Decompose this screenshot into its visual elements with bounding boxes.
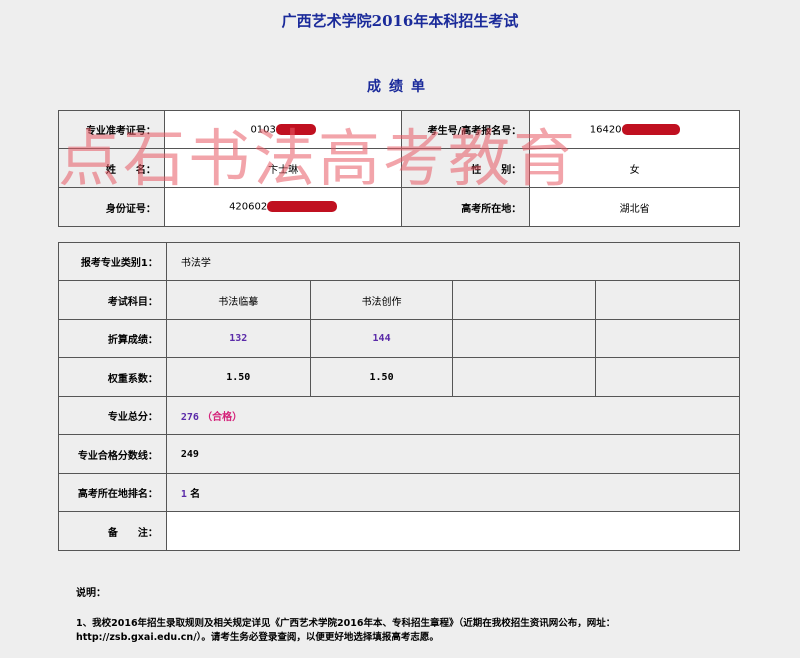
id-cell: 420602 bbox=[163, 187, 403, 227]
weight-value bbox=[595, 357, 740, 397]
gender-value: 女 bbox=[529, 148, 740, 188]
subjects-label: 考试科目： bbox=[58, 280, 167, 320]
total-status-badge: （合格） bbox=[202, 412, 243, 423]
weight-value bbox=[452, 357, 597, 397]
rank-value: 1 bbox=[180, 489, 187, 500]
subject-cell: 书法临摹 bbox=[165, 280, 311, 320]
weight-value: 1.50 bbox=[309, 357, 454, 397]
id-value: 420602 bbox=[229, 201, 268, 213]
subject-cell bbox=[452, 280, 597, 320]
rank-unit: 名 bbox=[190, 489, 201, 500]
total-value: 276 bbox=[180, 412, 199, 423]
gender-label: 性 别： bbox=[401, 148, 531, 188]
converted-label: 折算成绩： bbox=[58, 319, 167, 358]
weight-label: 权重系数： bbox=[58, 357, 167, 397]
notes-item: 1、我校2016年招生录取规则及相关规定详见《广西艺术学院2016年本、专科招生… bbox=[76, 618, 616, 643]
weight-value: 1.50 bbox=[165, 357, 311, 397]
page-title: 广西艺术学院2016年本科招生考试 bbox=[281, 12, 519, 30]
exam-id-cell: 0103 bbox=[163, 110, 403, 149]
score-table: 报考专业类别1： 书法学 考试科目： 书法临摹 书法创作 折算成绩： 132 1… bbox=[58, 242, 741, 551]
redaction-mark bbox=[275, 123, 316, 135]
reg-no-label: 考生号/高考报名号： bbox=[401, 110, 531, 149]
province-value: 湖北省 bbox=[529, 187, 740, 227]
exam-id-label: 专业准考证号： bbox=[58, 110, 165, 149]
info-table: 专业准考证号： 0103 考生号/高考报名号： 16420 姓 名： 卞士琳 性… bbox=[58, 110, 740, 227]
converted-score bbox=[452, 319, 597, 358]
converted-score bbox=[595, 319, 740, 358]
subject-cell: 书法创作 bbox=[309, 280, 454, 320]
name-label: 姓 名： bbox=[58, 148, 165, 188]
converted-score: 132 bbox=[165, 319, 311, 358]
converted-score: 144 bbox=[309, 319, 454, 358]
name-value: 卞士琳 bbox=[163, 148, 403, 188]
total-cell: 276 （合格） bbox=[165, 396, 741, 435]
subject-cell bbox=[595, 280, 740, 320]
category-value: 书法学 bbox=[165, 242, 741, 281]
province-label: 高考所在地： bbox=[401, 187, 531, 227]
total-label: 专业总分： bbox=[58, 396, 167, 435]
exam-id-value: 0103 bbox=[250, 124, 276, 136]
notes-title: 说明： bbox=[76, 588, 106, 599]
page-subtitle: 成绩单 bbox=[367, 79, 433, 95]
reg-no-value: 16420 bbox=[589, 124, 622, 136]
cutoff-label: 专业合格分数线： bbox=[58, 434, 167, 474]
redaction-mark bbox=[267, 201, 338, 213]
redaction-mark bbox=[621, 123, 680, 135]
category-label: 报考专业类别1： bbox=[58, 242, 167, 281]
rank-label: 高考所在地排名： bbox=[58, 473, 167, 512]
id-label: 身份证号： bbox=[58, 187, 165, 227]
rank-cell: 1 名 bbox=[165, 473, 741, 512]
remark-label: 备 注： bbox=[58, 511, 167, 551]
remark-value bbox=[165, 511, 741, 551]
cutoff-value: 249 bbox=[165, 434, 741, 474]
reg-no-cell: 16420 bbox=[529, 110, 740, 149]
